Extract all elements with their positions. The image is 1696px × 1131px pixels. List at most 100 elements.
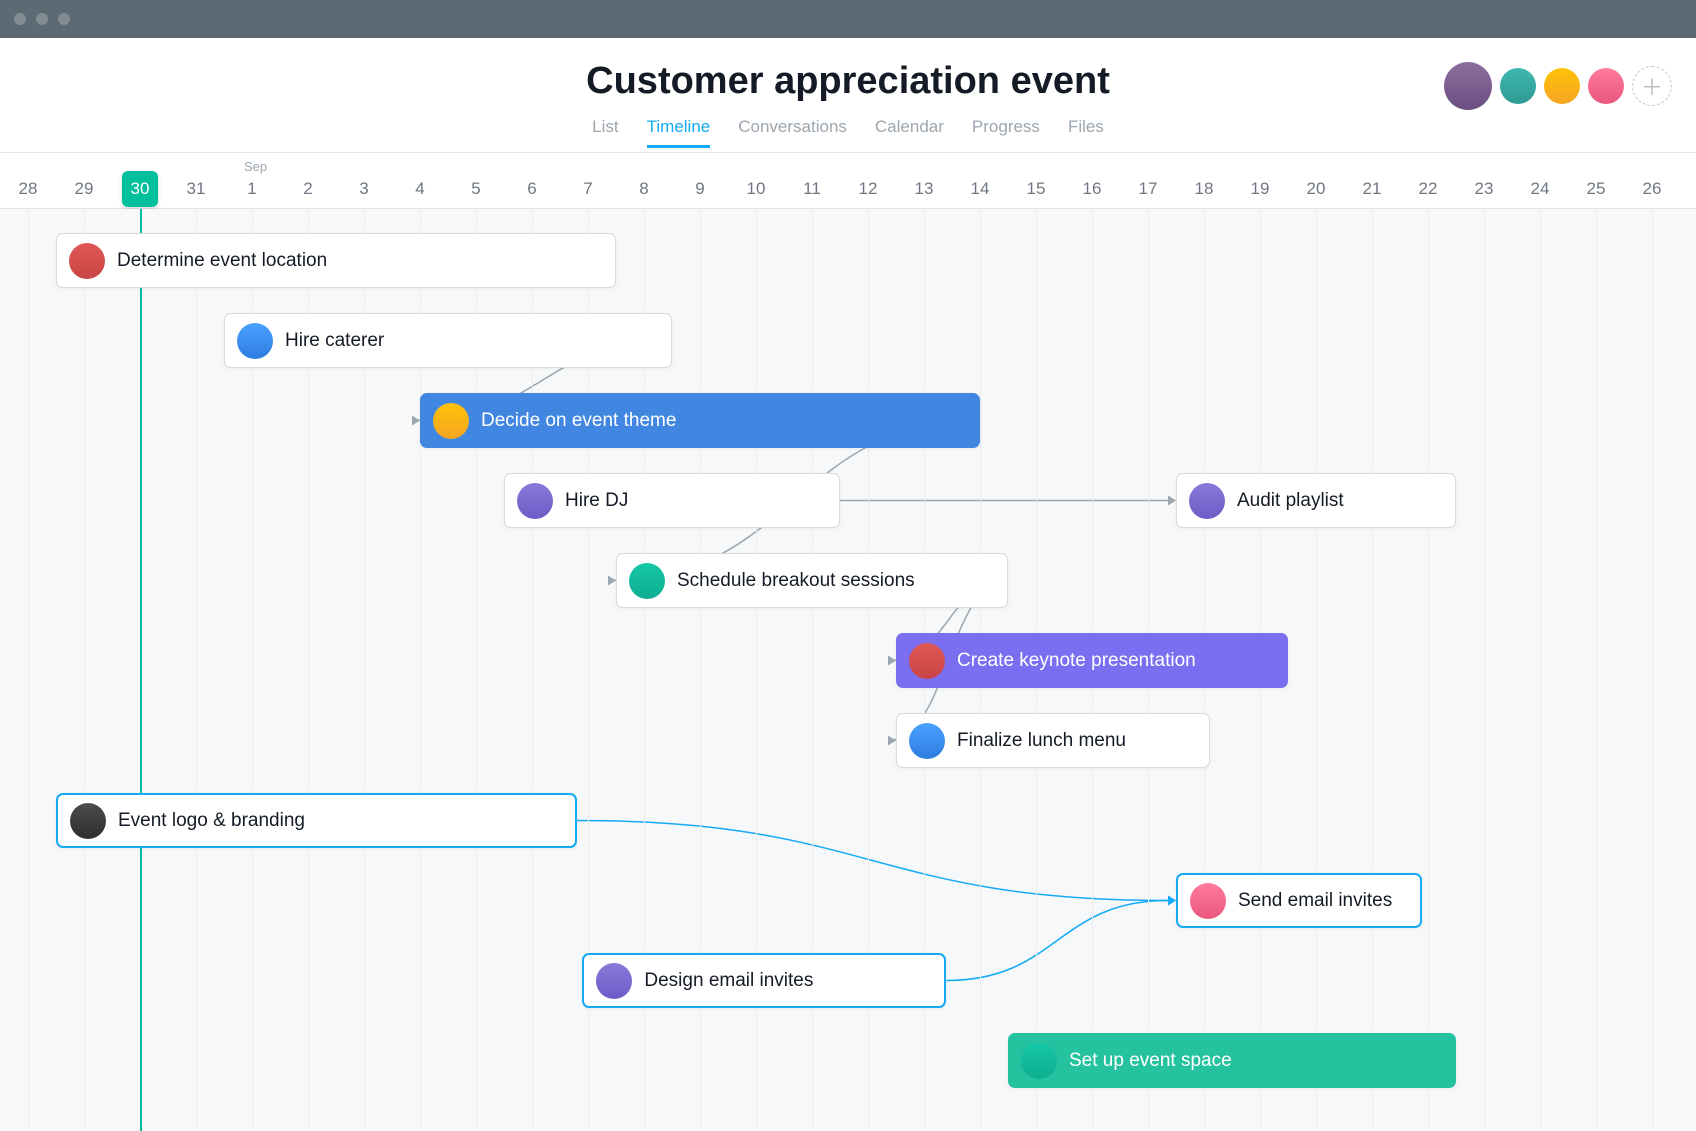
traffic-light-icon [58, 13, 70, 25]
task-bar[interactable]: Finalize lunch menu [896, 713, 1210, 768]
grid-line [1596, 209, 1597, 1131]
timeline-day: 29 [56, 179, 112, 199]
dependency-line [577, 821, 1168, 901]
project-header: Customer appreciation event List Timeline… [0, 38, 1696, 153]
task-label: Send email invites [1238, 890, 1392, 912]
member-avatar[interactable] [1444, 62, 1492, 110]
arrowhead-icon [888, 736, 896, 746]
timeline-ruler: 2829303112345678910111213141516171819202… [0, 153, 1696, 209]
assignee-avatar[interactable] [70, 803, 106, 839]
assignee-avatar[interactable] [1021, 1043, 1057, 1079]
grid-line [1484, 209, 1485, 1131]
timeline-day: 1 [224, 179, 280, 199]
timeline-day: 3 [336, 179, 392, 199]
assignee-avatar[interactable] [517, 483, 553, 519]
timeline-day: 30 [122, 171, 158, 207]
timeline-day: 6 [504, 179, 560, 199]
timeline-day: 21 [1344, 179, 1400, 199]
grid-line [1372, 209, 1373, 1131]
timeline-day: 5 [448, 179, 504, 199]
member-avatar[interactable] [1588, 68, 1624, 104]
grid-line [84, 209, 85, 1131]
arrowhead-icon [608, 576, 616, 586]
assignee-avatar[interactable] [909, 643, 945, 679]
task-bar[interactable]: Schedule breakout sessions [616, 553, 1008, 608]
project-members: ＋ [1444, 62, 1672, 110]
member-avatar[interactable] [1544, 68, 1580, 104]
task-label: Design email invites [644, 970, 813, 992]
add-member-button[interactable]: ＋ [1632, 66, 1672, 106]
timeline-day: 23 [1456, 179, 1512, 199]
task-label: Determine event location [117, 250, 327, 272]
tab-timeline[interactable]: Timeline [647, 117, 711, 148]
assignee-avatar[interactable] [596, 963, 632, 999]
window-chrome [0, 0, 1696, 38]
timeline-day: 25 [1568, 179, 1624, 199]
timeline-day: 22 [1400, 179, 1456, 199]
timeline-day: 18 [1176, 179, 1232, 199]
timeline-day: 17 [1120, 179, 1176, 199]
timeline-day: 26 [1624, 179, 1680, 199]
timeline-day: 20 [1288, 179, 1344, 199]
task-bar[interactable]: Hire caterer [224, 313, 672, 368]
tab-list[interactable]: List [592, 117, 618, 148]
task-bar[interactable]: Design email invites [582, 953, 946, 1008]
timeline-day: 9 [672, 179, 728, 199]
timeline-day: 8 [616, 179, 672, 199]
task-label: Event logo & branding [118, 810, 305, 832]
assignee-avatar[interactable] [1190, 883, 1226, 919]
grid-line [28, 209, 29, 1131]
task-bar[interactable]: Send email invites [1176, 873, 1422, 928]
task-label: Hire DJ [565, 490, 628, 512]
timeline-day: 31 [168, 179, 224, 199]
tab-progress[interactable]: Progress [972, 117, 1040, 148]
task-label: Audit playlist [1237, 490, 1344, 512]
timeline-day: 13 [896, 179, 952, 199]
timeline-day: 11 [784, 179, 840, 199]
timeline-day: 7 [560, 179, 616, 199]
task-bar[interactable]: Audit playlist [1176, 473, 1456, 528]
traffic-light-icon [36, 13, 48, 25]
assignee-avatar[interactable] [237, 323, 273, 359]
timeline-canvas[interactable]: Determine event location Hire caterer Deci… [0, 209, 1696, 1131]
project-title: Customer appreciation event [0, 38, 1696, 103]
month-label: Sep [244, 159, 267, 174]
timeline-day: 2 [280, 179, 336, 199]
arrowhead-icon [412, 416, 420, 426]
task-bar[interactable]: Set up event space [1008, 1033, 1456, 1088]
grid-line [196, 209, 197, 1131]
tab-files[interactable]: Files [1068, 117, 1104, 148]
assignee-avatar[interactable] [1189, 483, 1225, 519]
assignee-avatar[interactable] [433, 403, 469, 439]
timeline-day: 24 [1512, 179, 1568, 199]
task-bar[interactable]: Hire DJ [504, 473, 840, 528]
task-bar[interactable]: Determine event location [56, 233, 616, 288]
tab-conversations[interactable]: Conversations [738, 117, 847, 148]
task-label: Create keynote presentation [957, 650, 1196, 672]
timeline-day: 12 [840, 179, 896, 199]
arrowhead-icon [1168, 896, 1176, 906]
assignee-avatar[interactable] [69, 243, 105, 279]
traffic-light-icon [14, 13, 26, 25]
task-label: Decide on event theme [481, 410, 676, 432]
task-bar[interactable]: Create keynote presentation [896, 633, 1288, 688]
arrowhead-icon [888, 656, 896, 666]
timeline-day: 15 [1008, 179, 1064, 199]
tab-calendar[interactable]: Calendar [875, 117, 944, 148]
task-label: Schedule breakout sessions [677, 570, 915, 592]
task-label: Finalize lunch menu [957, 730, 1126, 752]
member-avatar[interactable] [1500, 68, 1536, 104]
task-label: Set up event space [1069, 1050, 1232, 1072]
assignee-avatar[interactable] [909, 723, 945, 759]
arrowhead-icon [1168, 496, 1176, 506]
timeline-day: 16 [1064, 179, 1120, 199]
project-tabs: List Timeline Conversations Calendar Progres… [0, 117, 1696, 148]
grid-line [1428, 209, 1429, 1131]
arrowhead-icon [1168, 896, 1176, 906]
task-bar[interactable]: Decide on event theme [420, 393, 980, 448]
timeline-day: 10 [728, 179, 784, 199]
task-bar[interactable]: Event logo & branding [56, 793, 577, 848]
assignee-avatar[interactable] [629, 563, 665, 599]
today-marker-line [140, 209, 142, 1131]
timeline-day: 19 [1232, 179, 1288, 199]
